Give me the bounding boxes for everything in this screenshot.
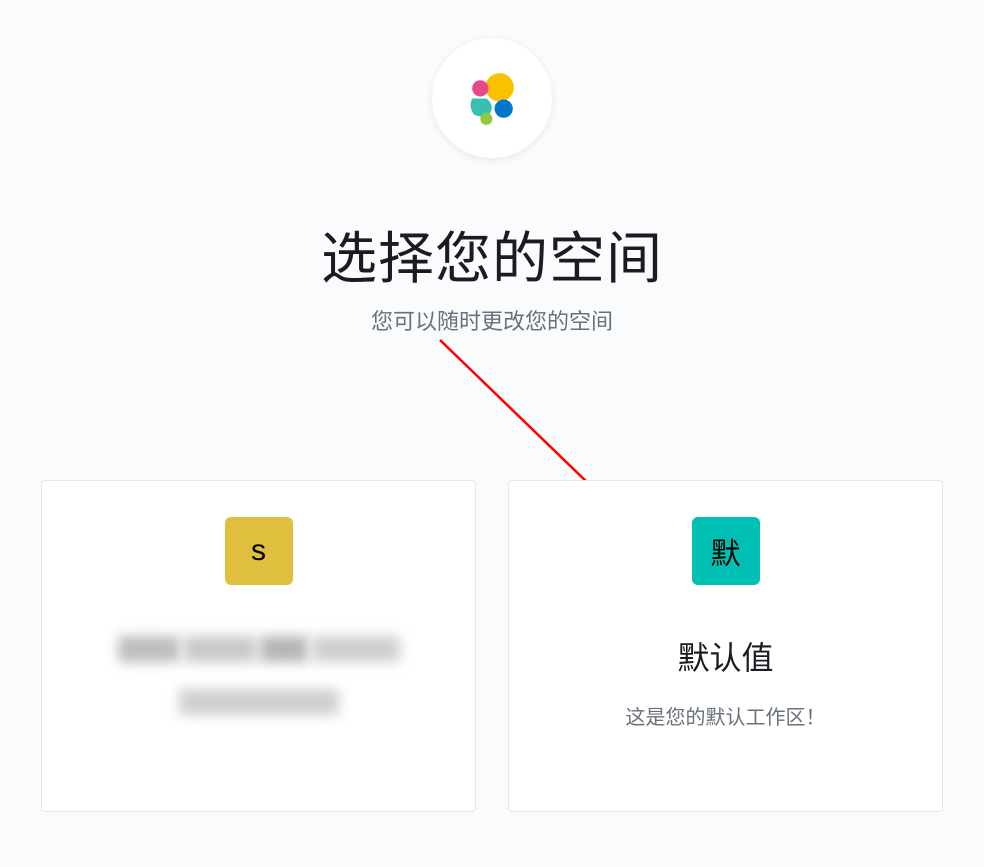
space-description: 这是您的默认工作区！ [626,703,826,733]
space-card-default[interactable]: 默 默认值 这是您的默认工作区！ [508,480,943,812]
page-title: 选择您的空间 [0,214,984,295]
space-icon-letter: s [251,534,266,568]
page-subtitle: 您可以随时更改您的空间 [0,304,984,336]
space-icon: 默 [692,517,760,585]
space-cards-container: s 默 默认值 这是您的默认工作区！ [0,480,984,812]
space-desc-redacted [179,689,339,715]
space-icon: s [225,517,293,585]
logo-circle [432,38,552,158]
space-title-redacted [89,633,429,665]
space-icon-letter: 默 [711,529,741,573]
space-title: 默认值 [677,633,773,679]
space-card-custom[interactable]: s [41,480,476,812]
elastic-logo-icon [460,66,525,131]
